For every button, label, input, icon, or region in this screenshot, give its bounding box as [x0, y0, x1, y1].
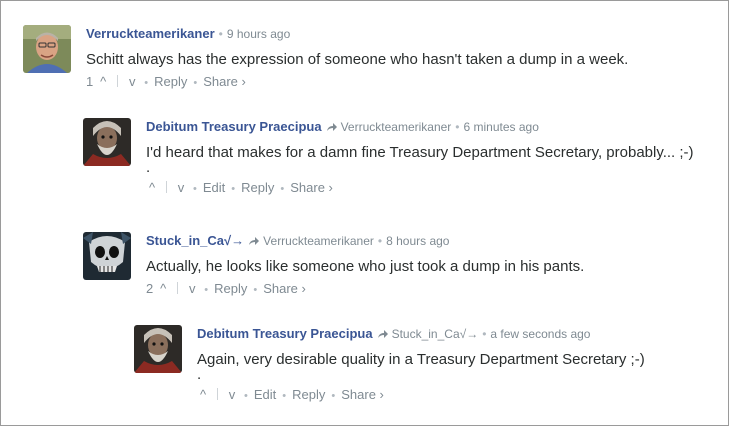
comment-actions: ^ v • Edit • Reply • Share › [146, 179, 728, 197]
vote-count: 2 [146, 281, 154, 296]
comment-body: Verruckteamerikaner • 9 hours ago Schitt a… [86, 25, 686, 91]
reply-arrow-icon [377, 326, 389, 344]
downvote-icon[interactable]: v [226, 386, 238, 404]
author-link[interactable]: Verruckteamerikaner [86, 26, 215, 41]
avatar[interactable] [134, 325, 182, 373]
comment-meta: Verruckteamerikaner • 9 hours ago [86, 25, 686, 43]
bullet-separator: • [377, 234, 383, 248]
comment-body: Stuck_in_Ca√→ Verruckteamerikaner • 8 hours… [146, 232, 728, 298]
downvote-icon[interactable]: v [175, 179, 187, 197]
avatar[interactable] [83, 232, 131, 280]
share-button[interactable]: Share › [203, 74, 246, 89]
upvote-icon[interactable]: ^ [157, 280, 169, 298]
reply-to-link[interactable]: Verruckteamerikaner [263, 234, 374, 248]
vote-divider [117, 75, 119, 87]
edit-button[interactable]: Edit [203, 180, 225, 195]
vote-divider [217, 388, 218, 400]
vote-divider [177, 282, 179, 294]
share-button[interactable]: Share › [341, 387, 384, 402]
reply-arrow-icon [326, 119, 338, 137]
comment-text: Actually, he looks like someone who just… [146, 258, 585, 275]
comment-body: Debitum Treasury Praecipua Verruckteameri… [146, 118, 728, 197]
bullet-separator: • [482, 327, 487, 341]
upvote-icon[interactable]: ^ [97, 73, 109, 91]
comment-actions: 2 ^ v • Reply • Share › [146, 280, 728, 298]
downvote-icon[interactable]: v [186, 280, 198, 298]
timestamp[interactable]: 8 hours ago [386, 234, 449, 248]
vote-count: 1 [86, 74, 94, 89]
comment-actions: 1 ^ v • Reply • Share › [86, 73, 686, 91]
comment-text: Schitt always has the expression of some… [86, 51, 629, 68]
author-link[interactable]: Debitum Treasury Praecipua [146, 119, 322, 134]
comment-meta: Debitum Treasury Praecipua Stuck_in_Ca√→ •… [197, 325, 728, 344]
reply-arrow-icon [248, 233, 260, 251]
bullet-separator: • [231, 183, 236, 195]
share-button[interactable]: Share › [290, 180, 333, 195]
upvote-icon[interactable]: ^ [197, 386, 209, 404]
vote-divider [166, 181, 167, 193]
comment-meta: Stuck_in_Ca√→ Verruckteamerikaner • 8 hours… [146, 232, 728, 251]
author-link[interactable]: Debitum Treasury Praecipua [197, 326, 373, 341]
bullet-separator: • [144, 77, 149, 89]
avatar[interactable] [83, 118, 131, 166]
bullet-separator: • [282, 390, 287, 402]
reply-to-link[interactable]: Verruckteamerikaner [341, 120, 452, 134]
reply-button[interactable]: Reply [214, 281, 247, 296]
bullet-separator: • [455, 120, 460, 134]
avatar[interactable] [23, 25, 71, 73]
timestamp[interactable]: 9 hours ago [227, 27, 290, 41]
share-button[interactable]: Share › [263, 281, 306, 296]
bullet-separator: • [331, 390, 336, 402]
bullet-separator: • [253, 284, 258, 296]
comment-meta: Debitum Treasury Praecipua Verruckteameri… [146, 118, 728, 137]
bullet-separator: • [280, 183, 285, 195]
comment-actions: ^ v • Edit • Reply • Share › [197, 386, 728, 404]
comment-thread: Verruckteamerikaner • 9 hours ago Schitt a… [0, 0, 729, 426]
bullet-separator: • [218, 27, 223, 41]
timestamp[interactable]: a few seconds ago [490, 327, 590, 341]
reply-button[interactable]: Reply [154, 74, 187, 89]
reply-button[interactable]: Reply [292, 387, 325, 402]
comment-text-extra: . [146, 159, 151, 176]
bullet-separator: • [193, 183, 197, 195]
comment-text: I'd heard that makes for a damn fine Tre… [146, 144, 694, 161]
bullet-separator: • [193, 77, 198, 89]
upvote-icon[interactable]: ^ [146, 179, 158, 197]
bullet-separator: • [204, 284, 209, 296]
comment-text-extra: . [197, 366, 202, 383]
bullet-separator: • [244, 390, 248, 402]
comment-text: Again, very desirable quality in a Treas… [197, 351, 645, 368]
comment-body: Debitum Treasury Praecipua Stuck_in_Ca√→ •… [197, 325, 728, 404]
edit-button[interactable]: Edit [254, 387, 276, 402]
downvote-icon[interactable]: v [126, 73, 138, 91]
reply-to-link[interactable]: Stuck_in_Ca√→ [392, 327, 479, 341]
author-link[interactable]: Stuck_in_Ca√→ [146, 233, 244, 248]
reply-button[interactable]: Reply [241, 180, 274, 195]
timestamp[interactable]: 6 minutes ago [464, 120, 539, 134]
